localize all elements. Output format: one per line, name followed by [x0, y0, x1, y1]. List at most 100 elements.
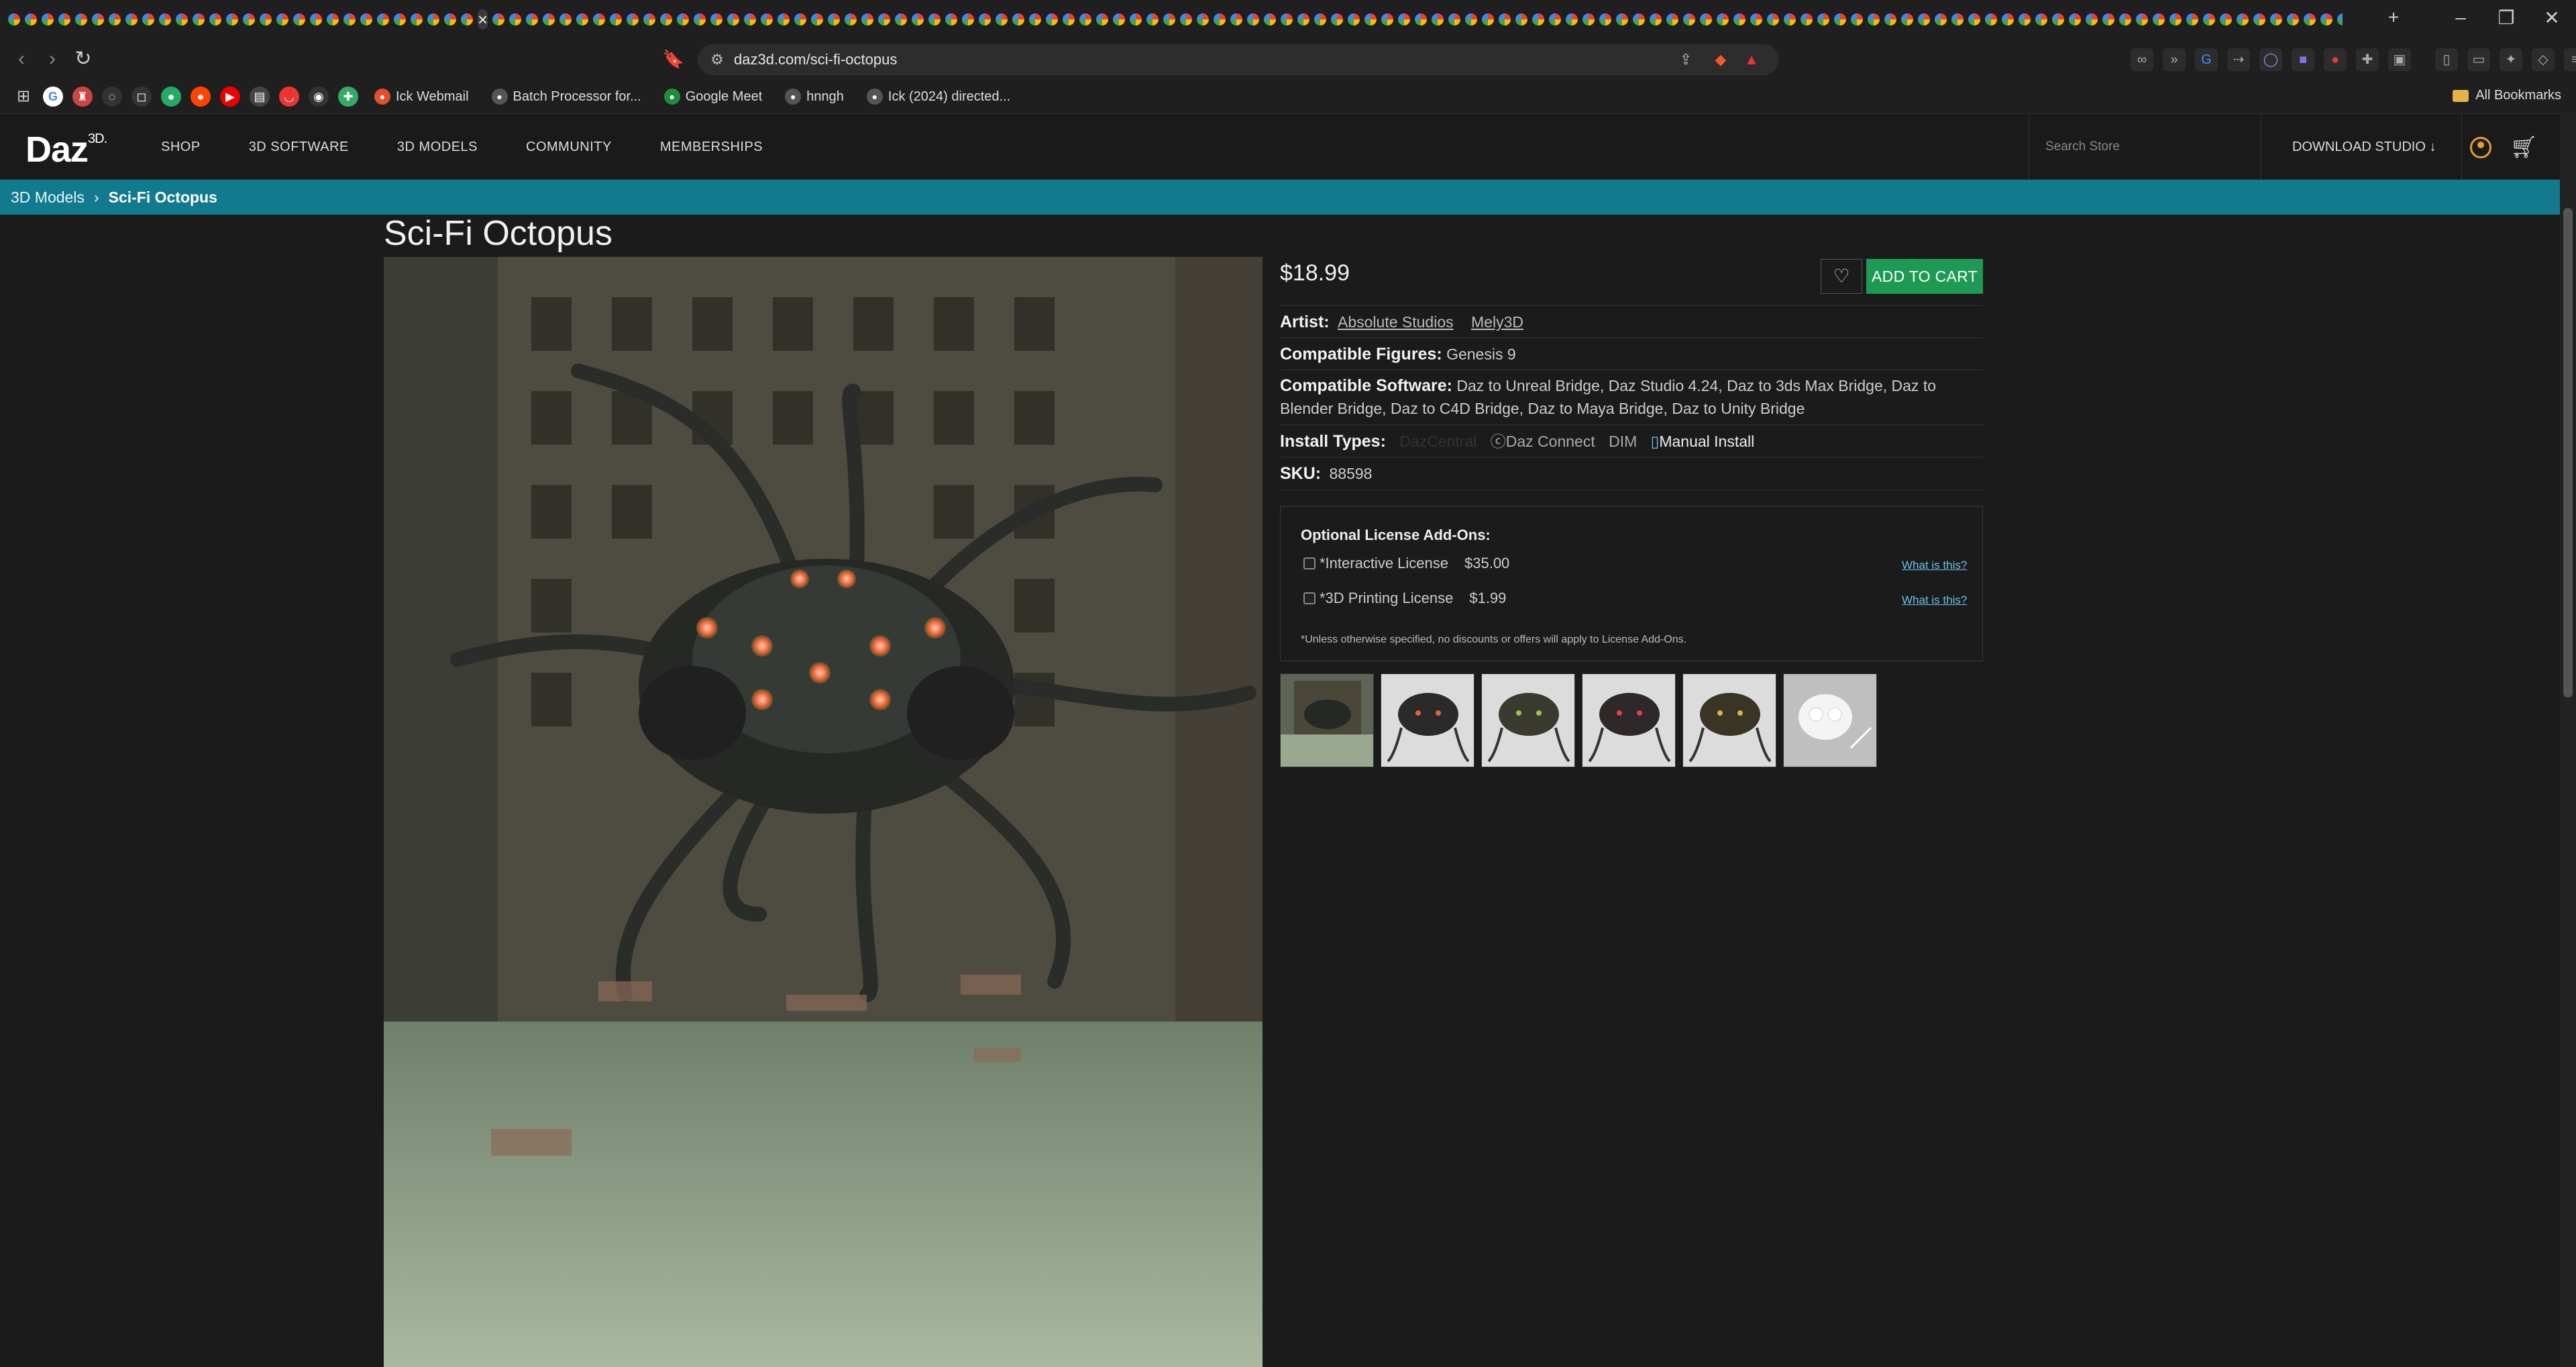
- nav-community[interactable]: COMMUNITY: [526, 140, 612, 155]
- extension-icon[interactable]: ●: [2324, 48, 2347, 71]
- browser-tab[interactable]: [2237, 9, 2249, 30]
- browser-tab[interactable]: [1398, 9, 1411, 30]
- browser-tab[interactable]: [677, 9, 690, 30]
- sidebar-icon[interactable]: ▯: [2435, 48, 2458, 71]
- wallet-icon[interactable]: ▭: [2467, 48, 2490, 71]
- browser-tab[interactable]: [996, 9, 1008, 30]
- browser-tab[interactable]: [895, 9, 908, 30]
- browser-tab[interactable]: [1817, 9, 1830, 30]
- browser-tab[interactable]: [694, 9, 706, 30]
- browser-tab[interactable]: [794, 9, 807, 30]
- browser-tab[interactable]: [945, 9, 958, 30]
- browser-tab[interactable]: [2002, 9, 2015, 30]
- interactive-license-checkbox[interactable]: [1303, 557, 1316, 569]
- browser-tab[interactable]: [1968, 9, 1981, 30]
- browser-tab[interactable]: [444, 9, 456, 30]
- address-bar[interactable]: ⚙ daz3d.com/sci-fi-octopus ⇪ ◆ ▲: [698, 44, 1779, 75]
- browser-tab[interactable]: [2304, 9, 2316, 30]
- browser-tab[interactable]: [2203, 9, 2216, 30]
- browser-tab[interactable]: [58, 9, 70, 30]
- browser-tab[interactable]: [962, 9, 975, 30]
- forward-button[interactable]: ›: [39, 46, 66, 72]
- puzzle-icon[interactable]: ✚: [2356, 48, 2379, 71]
- bookmark-item[interactable]: ● Ick Webmail: [368, 89, 476, 105]
- browser-tab[interactable]: [42, 9, 54, 30]
- browser-tab[interactable]: [1331, 9, 1344, 30]
- browser-tab[interactable]: [276, 9, 288, 30]
- browser-tab[interactable]: [125, 9, 138, 30]
- extension-icon[interactable]: ◯: [2259, 48, 2282, 71]
- browser-tab[interactable]: [593, 9, 606, 30]
- apps-icon[interactable]: ⊞: [13, 87, 34, 107]
- browser-tab[interactable]: [1482, 9, 1495, 30]
- browser-tab[interactable]: [176, 9, 188, 30]
- page-scrollbar[interactable]: [2560, 114, 2576, 1367]
- browser-tab[interactable]: [1281, 9, 1293, 30]
- browser-tab[interactable]: [1499, 9, 1511, 30]
- browser-tab[interactable]: [1717, 9, 1729, 30]
- browser-tab[interactable]: [25, 9, 37, 30]
- browser-tab[interactable]: [2102, 9, 2115, 30]
- browser-tab[interactable]: [777, 9, 790, 30]
- bookmark-icon[interactable]: ◉: [309, 87, 329, 107]
- browser-tab[interactable]: [2086, 9, 2098, 30]
- artist-link-mely3d[interactable]: Mely3D: [1471, 313, 1523, 331]
- browser-tab[interactable]: [1465, 9, 1478, 30]
- browser-tab[interactable]: [109, 9, 121, 30]
- printing-license-help-link[interactable]: What is this?: [1902, 594, 1967, 607]
- extension-icon[interactable]: ∞: [2131, 48, 2153, 71]
- browser-tab[interactable]: [610, 9, 623, 30]
- wishlist-heart-icon[interactable]: ♡: [1821, 259, 1862, 294]
- browser-tab[interactable]: [1884, 9, 1897, 30]
- browser-tab[interactable]: [427, 9, 439, 30]
- browser-tab[interactable]: [1096, 9, 1109, 30]
- browser-tab[interactable]: [1532, 9, 1545, 30]
- browser-tab[interactable]: [811, 9, 824, 30]
- browser-tab[interactable]: [1012, 9, 1025, 30]
- browser-tab[interactable]: [1683, 9, 1696, 30]
- vpn-icon[interactable]: ◇: [2532, 48, 2555, 71]
- nav-3d-software[interactable]: 3D SOFTWARE: [249, 140, 349, 155]
- thumbnail-4[interactable]: [1582, 673, 1676, 767]
- new-tab-button[interactable]: +: [2380, 7, 2407, 28]
- browser-tab[interactable]: [643, 9, 656, 30]
- browser-tab[interactable]: [1364, 9, 1377, 30]
- browser-tab[interactable]: [761, 9, 773, 30]
- add-to-cart-button[interactable]: ADD TO CART: [1866, 259, 1983, 294]
- thumbnail-6[interactable]: [1783, 673, 1877, 767]
- browser-tab[interactable]: [1180, 9, 1193, 30]
- browser-tab[interactable]: [260, 9, 272, 30]
- browser-tab[interactable]: [1063, 9, 1075, 30]
- browser-tab[interactable]: [2287, 9, 2300, 30]
- browser-tab[interactable]: [627, 9, 639, 30]
- browser-tab[interactable]: [1784, 9, 1796, 30]
- youtube-icon[interactable]: ▶: [220, 87, 240, 107]
- browser-tab[interactable]: [845, 9, 857, 30]
- browser-tab[interactable]: [509, 9, 522, 30]
- browser-tab[interactable]: [2052, 9, 2065, 30]
- browser-tab[interactable]: [1432, 9, 1444, 30]
- browser-tab[interactable]: [1029, 9, 1042, 30]
- browser-tab[interactable]: [1868, 9, 1880, 30]
- browser-tab[interactable]: [861, 9, 874, 30]
- browser-tab[interactable]: [461, 9, 473, 30]
- brave-rewards-icon[interactable]: ▲: [1741, 50, 1762, 70]
- share-icon[interactable]: ⇪: [1676, 50, 1696, 70]
- browser-tab[interactable]: [1163, 9, 1176, 30]
- close-window-button[interactable]: ✕: [2538, 7, 2565, 29]
- reddit-icon[interactable]: ●: [191, 87, 211, 107]
- browser-tab[interactable]: [2119, 9, 2132, 30]
- browser-tab[interactable]: [2169, 9, 2182, 30]
- browser-tab[interactable]: [492, 9, 505, 30]
- minimize-button[interactable]: –: [2447, 7, 2474, 28]
- browser-tab[interactable]: [360, 9, 372, 30]
- google-icon[interactable]: G: [43, 87, 63, 107]
- browser-tab[interactable]: [710, 9, 723, 30]
- browser-tab[interactable]: [1733, 9, 1746, 30]
- interactive-license-help-link[interactable]: What is this?: [1902, 559, 1967, 572]
- reload-button[interactable]: ↻: [70, 46, 97, 72]
- browser-tab[interactable]: [526, 9, 539, 30]
- account-icon[interactable]: [2470, 137, 2491, 158]
- browser-tab[interactable]: [1985, 9, 1998, 30]
- browser-tab[interactable]: [1113, 9, 1126, 30]
